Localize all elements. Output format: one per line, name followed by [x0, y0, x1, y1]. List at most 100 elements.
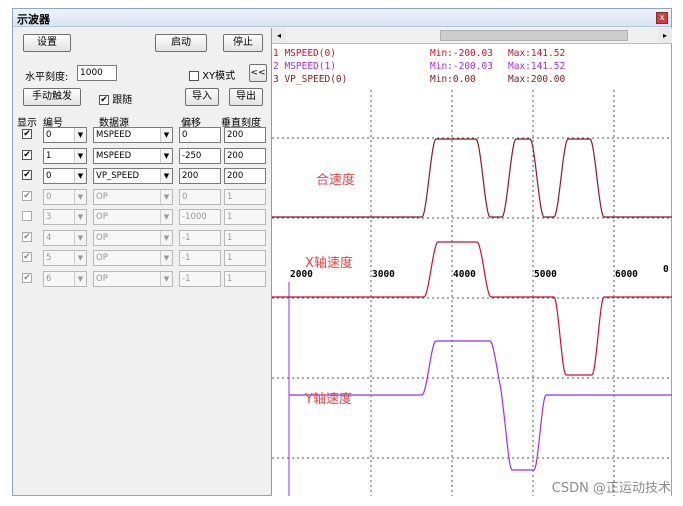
- index-select[interactable]: 0 ▼: [43, 188, 87, 205]
- index-value: 0: [46, 130, 52, 140]
- show-checkbox[interactable]: ✔: [22, 252, 32, 262]
- index-select[interactable]: 5 ▼: [43, 250, 87, 266]
- vscale-input[interactable]: 200: [224, 168, 266, 184]
- x-tick-label: 6000: [615, 269, 638, 280]
- source-select[interactable]: MSPEED ▼: [93, 147, 173, 164]
- chevron-down-icon[interactable]: ▼: [74, 169, 86, 183]
- index-value: 5: [46, 253, 52, 263]
- source-select[interactable]: OP ▼: [93, 209, 173, 225]
- chevron-down-icon[interactable]: ▼: [160, 148, 172, 163]
- index-value: 1: [46, 150, 52, 161]
- follow-toggle[interactable]: ✔ 跟随: [99, 91, 132, 106]
- source-select[interactable]: VP_SPEED ▼: [93, 168, 173, 184]
- vscale-input[interactable]: 200: [224, 147, 266, 164]
- chevron-down-icon[interactable]: ▼: [160, 169, 172, 183]
- show-checkbox[interactable]: [22, 211, 32, 221]
- xy-mode-toggle[interactable]: XY模式: [189, 67, 235, 82]
- index-select[interactable]: 0 ▼: [43, 127, 87, 143]
- source-value: VP_SPEED: [96, 171, 139, 181]
- combined-speed-label: 合速度: [316, 173, 356, 188]
- offset-input[interactable]: 200: [179, 168, 221, 184]
- vscale-input[interactable]: 200: [224, 127, 266, 143]
- offset-input[interactable]: -1: [179, 229, 221, 246]
- chevron-down-icon[interactable]: ▼: [74, 148, 86, 163]
- watermark: CSDN @正运动技术: [551, 481, 671, 496]
- vscale-input[interactable]: 1: [224, 188, 266, 205]
- show-checkbox[interactable]: ✔: [22, 272, 32, 283]
- show-checkbox[interactable]: ✔: [22, 170, 32, 180]
- source-select[interactable]: OP ▼: [93, 229, 173, 246]
- table-row: ✔ 0 ▼ OP ▼ 0 1: [13, 188, 271, 206]
- xy-mode-label: XY模式: [202, 71, 236, 82]
- chevron-down-icon[interactable]: ▼: [160, 251, 172, 265]
- show-checkbox[interactable]: ✔: [22, 190, 32, 201]
- export-button[interactable]: 导出: [229, 88, 263, 106]
- index-select[interactable]: 1 ▼: [43, 147, 87, 164]
- offset-input[interactable]: -1: [179, 270, 221, 287]
- close-button[interactable]: x: [656, 12, 668, 24]
- chevron-down-icon[interactable]: ▼: [160, 230, 172, 245]
- offset-input[interactable]: 0: [179, 188, 221, 205]
- x-tick-label: 5000: [534, 269, 557, 280]
- window-title: 示波器: [17, 13, 50, 26]
- source-value: MSPEED: [96, 130, 132, 140]
- chevron-down-icon[interactable]: ▼: [160, 189, 172, 204]
- chevron-down-icon[interactable]: ▼: [74, 128, 86, 142]
- index-value: 6: [46, 273, 52, 284]
- vscale-input[interactable]: 1: [224, 209, 266, 225]
- xy-mode-checkbox[interactable]: [189, 71, 199, 81]
- chevron-down-icon[interactable]: ▼: [160, 271, 172, 286]
- collapse-button[interactable]: <<: [249, 64, 267, 82]
- vscale-input[interactable]: 1: [224, 270, 266, 287]
- index-select[interactable]: 0 ▼: [43, 168, 87, 184]
- scope-display[interactable]: ◂ ▸ 1 MSPEED(0) Min:-200.03 Max:141.52 2 MS…: [271, 28, 672, 496]
- hscale-input[interactable]: 1000: [77, 65, 117, 81]
- source-value: OP: [96, 253, 108, 263]
- table-row: ✔ 6 ▼ OP ▼ -1 1: [13, 270, 271, 288]
- setup-button[interactable]: 设置: [23, 34, 71, 52]
- follow-label: 跟随: [112, 95, 133, 106]
- show-checkbox[interactable]: ✔: [22, 231, 32, 242]
- follow-checkbox[interactable]: ✔: [99, 95, 109, 105]
- chevron-down-icon[interactable]: ▼: [74, 230, 86, 245]
- chevron-down-icon[interactable]: ▼: [74, 189, 86, 204]
- chevron-down-icon[interactable]: ▼: [160, 128, 172, 142]
- show-checkbox[interactable]: ✔: [22, 149, 32, 160]
- source-value: MSPEED: [96, 150, 132, 161]
- import-button[interactable]: 导入: [185, 88, 219, 106]
- offset-input[interactable]: -1: [179, 250, 221, 266]
- table-row: ✔ 5 ▼ OP ▼ -1 1: [13, 249, 271, 267]
- source-select[interactable]: OP ▼: [93, 188, 173, 205]
- plot-grid: [272, 90, 672, 496]
- chevron-down-icon[interactable]: ▼: [74, 210, 86, 224]
- offset-input[interactable]: -1000: [179, 209, 221, 225]
- y-speed-label: Y轴速度: [305, 392, 352, 407]
- vscale-input[interactable]: 1: [224, 229, 266, 246]
- source-value: OP: [96, 273, 108, 284]
- index-select[interactable]: 3 ▼: [43, 209, 87, 225]
- scroll-right-icon[interactable]: ▸: [658, 28, 672, 43]
- scroll-thumb[interactable]: [440, 30, 628, 41]
- title-bar[interactable]: 示波器 x: [13, 9, 671, 27]
- chevron-down-icon[interactable]: ▼: [160, 210, 172, 224]
- manual-trigger-button[interactable]: 手动触发: [23, 88, 81, 106]
- source-select[interactable]: MSPEED ▼: [93, 127, 173, 143]
- index-select[interactable]: 6 ▼: [43, 270, 87, 287]
- source-select[interactable]: OP ▼: [93, 250, 173, 266]
- show-checkbox[interactable]: ✔: [22, 129, 32, 139]
- source-select[interactable]: OP ▼: [93, 270, 173, 287]
- oscilloscope-window: 示波器 x 设置 启动 停止 水平刻度: 1000 XY模式 << 手动触发 ✔…: [12, 8, 672, 496]
- chevron-down-icon[interactable]: ▼: [74, 251, 86, 265]
- vscale-input[interactable]: 1: [224, 250, 266, 266]
- chevron-down-icon[interactable]: ▼: [74, 271, 86, 286]
- hscale-label: 水平刻度:: [25, 72, 69, 83]
- table-row: ✔ 0 ▼ VP_SPEED ▼ 200 200: [13, 167, 271, 185]
- offset-input[interactable]: 0: [179, 127, 221, 143]
- x-tick-label: 4000: [453, 269, 476, 280]
- scroll-left-icon[interactable]: ◂: [272, 28, 286, 43]
- offset-input[interactable]: -250: [179, 147, 221, 164]
- start-button[interactable]: 启动: [155, 34, 207, 52]
- stop-button[interactable]: 停止: [223, 34, 263, 52]
- horizontal-scrollbar[interactable]: ◂ ▸: [272, 28, 672, 44]
- index-select[interactable]: 4 ▼: [43, 229, 87, 246]
